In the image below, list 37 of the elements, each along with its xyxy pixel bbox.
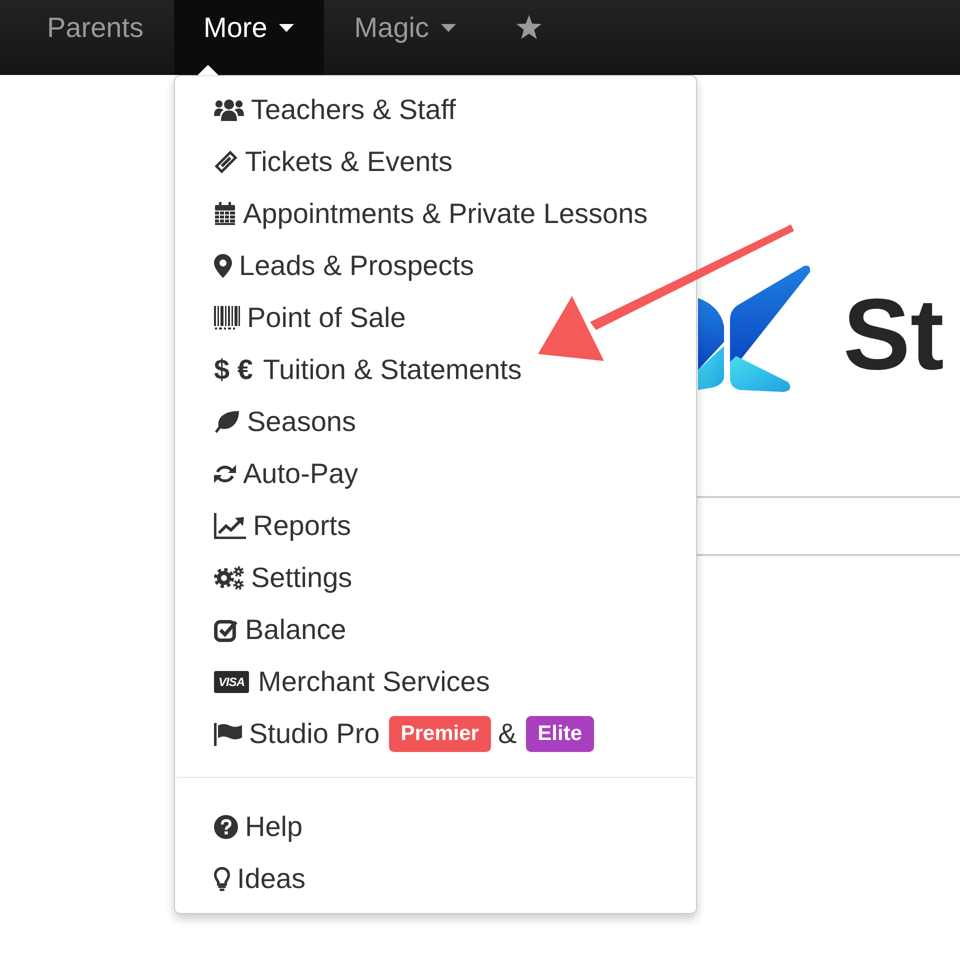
menu-item[interactable]: Leads & Prospects <box>175 240 696 292</box>
leaf-icon <box>214 410 240 434</box>
nav-tab[interactable]: Parents <box>17 0 174 75</box>
users-icon <box>214 98 244 122</box>
menu-item[interactable]: VISA Merchant Services <box>175 656 696 708</box>
logo-text: St <box>843 285 944 386</box>
menu-item[interactable]: Teachers & Staff <box>175 84 696 136</box>
plan-badge: Premier <box>388 716 491 752</box>
menu-item[interactable]: Appointments & Private Lessons <box>175 188 696 240</box>
calendar-icon <box>214 202 236 226</box>
flag-icon <box>214 722 242 746</box>
ticket-icon <box>214 150 238 174</box>
menu-item[interactable]: Studio Pro Premier & Elite <box>175 708 696 760</box>
menu-item[interactable]: Point of Sale <box>175 292 696 344</box>
menu-item[interactable]: Help <box>175 801 696 853</box>
plan-badge: Elite <box>526 716 594 752</box>
menu-item[interactable]: Settings <box>175 552 696 604</box>
line-chart-icon <box>214 513 246 539</box>
menu-item[interactable]: Ideas <box>175 853 696 905</box>
menu-item[interactable]: $ € Tuition & Statements <box>175 344 696 396</box>
barcode-icon <box>214 306 240 330</box>
nav-tab[interactable]: More <box>174 0 324 75</box>
map-marker-icon <box>214 254 232 278</box>
refresh-icon <box>214 463 236 485</box>
card-logo: VISA <box>214 671 249 693</box>
gears-icon <box>214 566 244 590</box>
menu-item[interactable]: Tickets & Events <box>175 136 696 188</box>
menu-item[interactable]: Reports <box>175 500 696 552</box>
check-square-icon <box>214 618 238 642</box>
help-icon <box>214 815 238 839</box>
nav-tab[interactable]: Magic <box>324 0 486 75</box>
lightbulb-icon <box>214 867 230 891</box>
menu-item[interactable]: Seasons <box>175 396 696 448</box>
star-icon <box>516 15 542 40</box>
menu-item[interactable]: Auto-Pay <box>175 448 696 500</box>
menu-item[interactable]: Balance <box>175 604 696 656</box>
currency-symbols: $ € <box>214 354 253 386</box>
